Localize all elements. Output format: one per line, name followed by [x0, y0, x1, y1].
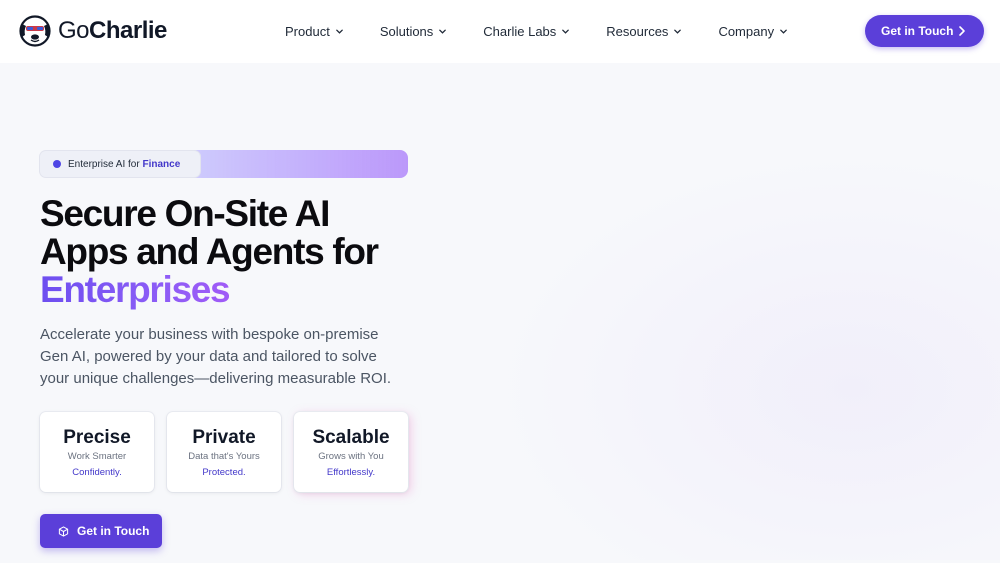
chevron-right-icon — [959, 26, 965, 36]
cube-icon — [58, 525, 69, 537]
brand-name-prefix: Go — [58, 17, 90, 44]
card-subtitle: Work Smarter — [67, 451, 127, 462]
hero-headline: Secure On-Site AI Apps and Agents for En… — [40, 195, 460, 309]
status-dot-icon — [53, 160, 61, 168]
chevron-down-icon — [780, 29, 787, 34]
hero-description: Accelerate your business with bespoke on… — [40, 326, 392, 387]
feature-cards: Precise Work Smarter Confidently. Privat… — [40, 412, 408, 492]
card-title: Private — [192, 427, 256, 448]
card-title: Precise — [63, 427, 131, 448]
feature-card-scalable: Scalable Grows with You Effortlessly. — [294, 412, 408, 492]
get-in-touch-hero-button[interactable]: Get in Touch — [40, 514, 162, 548]
headline-line-1: Secure On-Site AI — [40, 193, 330, 234]
badge-highlight: Finance — [142, 158, 181, 170]
nav-item-label: Resources — [606, 24, 669, 39]
nav-item-company[interactable]: Company — [718, 24, 788, 39]
card-accent: Effortlessly. — [326, 467, 376, 478]
brand-logo[interactable]: GoCharlie — [16, 15, 167, 47]
card-subtitle: Grows with You — [318, 451, 384, 462]
main-menu: Product Solutions Charlie Labs Resources… — [285, 0, 788, 63]
background-glow — [460, 130, 1000, 560]
brand-name-suffix: Charlie — [89, 17, 167, 44]
card-accent: Confidently. — [72, 467, 122, 478]
headline-line-2: Apps and Agents for — [40, 231, 379, 272]
industry-badge: Enterprise AI for Finance — [40, 151, 200, 177]
hero-cta-label: Get in Touch — [77, 524, 150, 538]
feature-card-precise: Precise Work Smarter Confidently. — [40, 412, 154, 492]
chevron-down-icon — [562, 29, 570, 34]
chevron-down-icon — [674, 29, 682, 34]
card-subtitle: Data that's Yours — [188, 451, 260, 462]
nav-item-label: Solutions — [379, 24, 434, 39]
nav-item-charlie-labs[interactable]: Charlie Labs — [483, 24, 570, 39]
nav-item-label: Charlie Labs — [483, 24, 557, 39]
card-title: Scalable — [312, 427, 390, 448]
nav-item-resources[interactable]: Resources — [606, 24, 682, 39]
card-accent: Protected. — [202, 467, 246, 478]
badge-text: Enterprise AI for Finance — [68, 159, 180, 170]
nav-item-label: Product — [285, 24, 330, 39]
headline-highlight: Enterprises — [40, 269, 231, 310]
feature-card-private: Private Data that's Yours Protected. — [167, 412, 281, 492]
nav-item-solutions[interactable]: Solutions — [380, 24, 447, 39]
get-in-touch-nav-button[interactable]: Get in Touch — [865, 15, 984, 47]
brand-wordmark: GoCharlie — [58, 15, 167, 47]
chevron-down-icon — [335, 29, 343, 34]
nav-cta-label: Get in Touch — [881, 24, 954, 38]
nav-item-label: Company — [718, 24, 775, 39]
chevron-down-icon — [439, 29, 447, 34]
nav-item-product[interactable]: Product — [285, 24, 344, 39]
badge-prefix: Enterprise AI for — [68, 158, 143, 170]
top-navigation: GoCharlie Product Solutions Charlie Labs… — [0, 0, 1000, 63]
dog-face-logo-icon — [19, 15, 51, 47]
